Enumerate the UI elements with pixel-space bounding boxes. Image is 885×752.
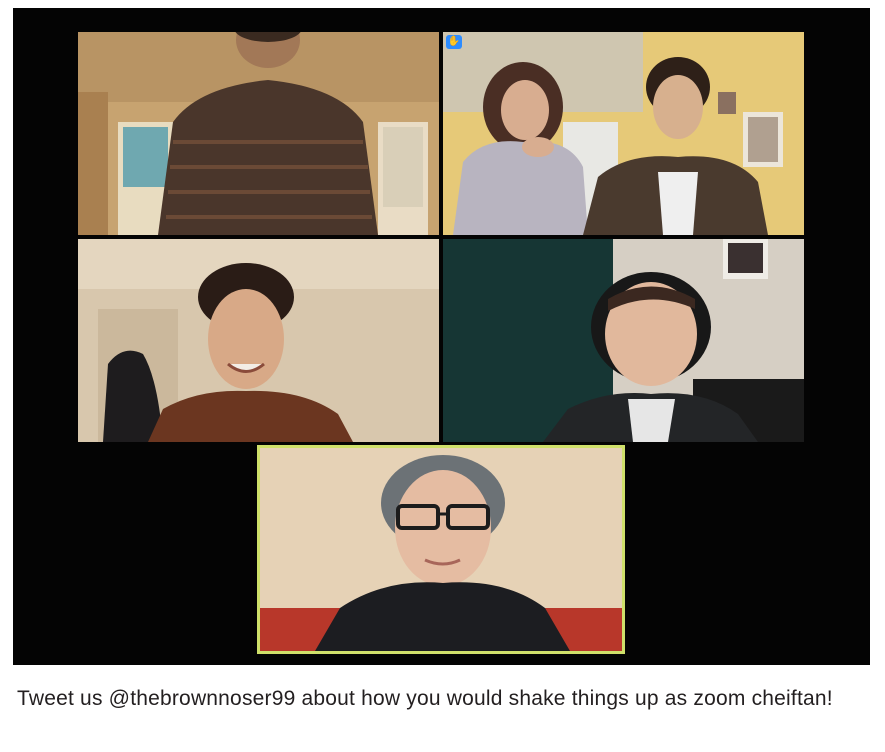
video-tile-participant-4[interactable] xyxy=(443,239,804,442)
video-tile-participant-2[interactable]: ✋ xyxy=(443,32,804,235)
raise-hand-icon: ✋ xyxy=(446,35,462,49)
participant-video-feed xyxy=(78,32,439,235)
caption-text: Tweet us @thebrownnoser99 about how you … xyxy=(17,687,833,710)
participant-video-feed xyxy=(443,239,804,442)
participant-video-feed xyxy=(443,32,804,235)
video-tile-participant-1[interactable] xyxy=(78,32,439,235)
zoom-gallery-view: ✋ xyxy=(13,8,870,665)
participant-video-feed xyxy=(260,448,622,651)
participant-video-feed xyxy=(78,239,439,442)
video-tile-participant-3[interactable] xyxy=(78,239,439,442)
video-tile-active-speaker[interactable] xyxy=(257,445,625,654)
